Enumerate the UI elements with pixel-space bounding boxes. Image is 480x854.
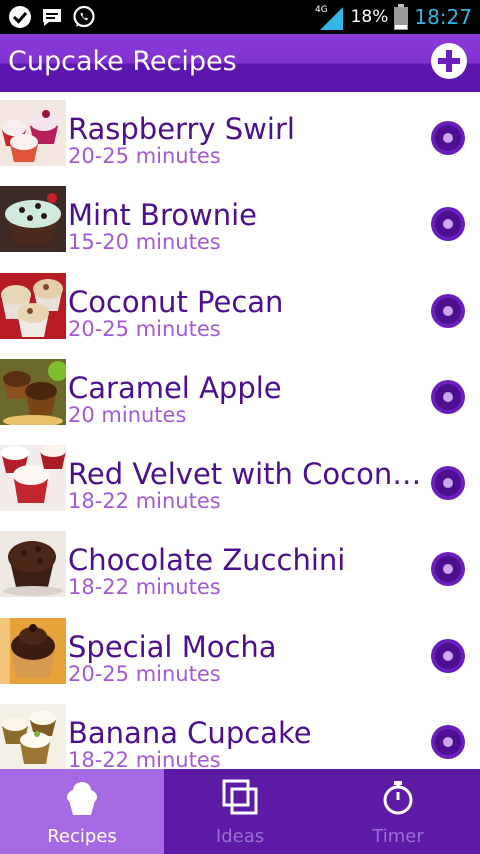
recipe-time: 20-25 minutes: [68, 661, 221, 686]
recipe-item-caramel-apple[interactable]: Caramel Apple 20 minutes: [0, 351, 480, 437]
check-icon: [9, 6, 31, 28]
recipe-name: Mint Brownie: [68, 198, 257, 233]
recipe-time: 20-25 minutes: [68, 144, 221, 168]
app-title: Cupcake Recipes: [8, 46, 237, 77]
stopwatch-icon: [383, 781, 413, 815]
radio-button[interactable]: [430, 120, 466, 156]
recipe-thumbnail: [0, 186, 66, 253]
whatsapp-icon: [73, 5, 95, 28]
recipe-name: Coconut Pecan: [68, 284, 284, 319]
recipe-time: 18-22 minutes: [68, 489, 221, 514]
recipe-name: Special Mocha: [68, 629, 277, 664]
chat-icon: [43, 9, 61, 26]
recipe-item-special-mocha[interactable]: Special Mocha 20-25 minutes: [0, 610, 480, 696]
recipe-item-banana-cupcake[interactable]: Banana Cupcake 18-22 minutes: [0, 696, 480, 769]
radio-button[interactable]: [430, 379, 466, 415]
clock: 18:27: [414, 5, 472, 29]
recipe-thumbnail: [0, 531, 66, 598]
signal-icon: 4G: [315, 5, 343, 30]
recipe-name: Raspberry Swirl: [68, 112, 295, 146]
recipe-item-mint-brownie[interactable]: Mint Brownie 15-20 minutes: [0, 178, 480, 264]
recipe-thumbnail: [0, 358, 66, 425]
radio-button[interactable]: [430, 206, 466, 242]
recipe-thumbnail: [0, 100, 66, 166]
recipe-time: 18-22 minutes: [68, 748, 221, 769]
app-bar: Cupcake Recipes: [0, 34, 480, 92]
recipe-name: Chocolate Zucchini: [68, 543, 346, 578]
recipe-item-red-velvet[interactable]: Red Velvet with Coconut… 18-22 minutes: [0, 437, 480, 523]
bottom-tab-bar: Recipes Ideas Timer: [0, 769, 480, 854]
tab-timer[interactable]: Timer: [316, 769, 480, 854]
radio-button[interactable]: [430, 638, 466, 674]
radio-button[interactable]: [430, 724, 466, 760]
copy-icon: [222, 779, 258, 815]
recipe-time: 20-25 minutes: [68, 316, 221, 341]
recipe-thumbnail: [0, 445, 66, 512]
battery-icon: [394, 4, 409, 30]
recipe-name: Banana Cupcake: [68, 716, 312, 751]
recipe-item-chocolate-zucchini[interactable]: Chocolate Zucchini 18-22 minutes: [0, 523, 480, 609]
tab-recipes[interactable]: Recipes: [0, 769, 164, 854]
tab-label: Timer: [372, 826, 424, 847]
radio-button[interactable]: [430, 551, 466, 587]
status-bar: 4G 18% 18:27: [0, 0, 480, 34]
radio-button[interactable]: [430, 293, 466, 329]
recipe-name: Red Velvet with Coconut…: [68, 457, 434, 492]
recipe-time: 18-22 minutes: [68, 575, 221, 600]
battery-percent: 18%: [350, 7, 389, 27]
recipe-time: 20 minutes: [68, 402, 187, 427]
recipe-thumbnail: [0, 272, 66, 339]
tab-label: Recipes: [47, 826, 117, 847]
cupcake-icon: [67, 782, 97, 815]
recipe-thumbnail: [0, 617, 66, 684]
recipe-thumbnail: [0, 704, 66, 769]
tab-ideas[interactable]: Ideas: [164, 769, 316, 854]
add-recipe-button[interactable]: [430, 42, 468, 80]
recipe-time: 15-20 minutes: [68, 230, 221, 255]
network-type: 4G: [315, 5, 328, 15]
recipe-item-coconut-pecan[interactable]: Coconut Pecan 20-25 minutes: [0, 265, 480, 351]
recipe-item-raspberry-swirl[interactable]: Raspberry Swirl 20-25 minutes: [0, 92, 480, 178]
recipe-name: Caramel Apple: [68, 370, 282, 405]
tab-label: Ideas: [215, 826, 265, 847]
recipe-list[interactable]: Raspberry Swirl 20-25 minutes Mint Brown…: [0, 92, 480, 769]
radio-button[interactable]: [430, 465, 466, 501]
